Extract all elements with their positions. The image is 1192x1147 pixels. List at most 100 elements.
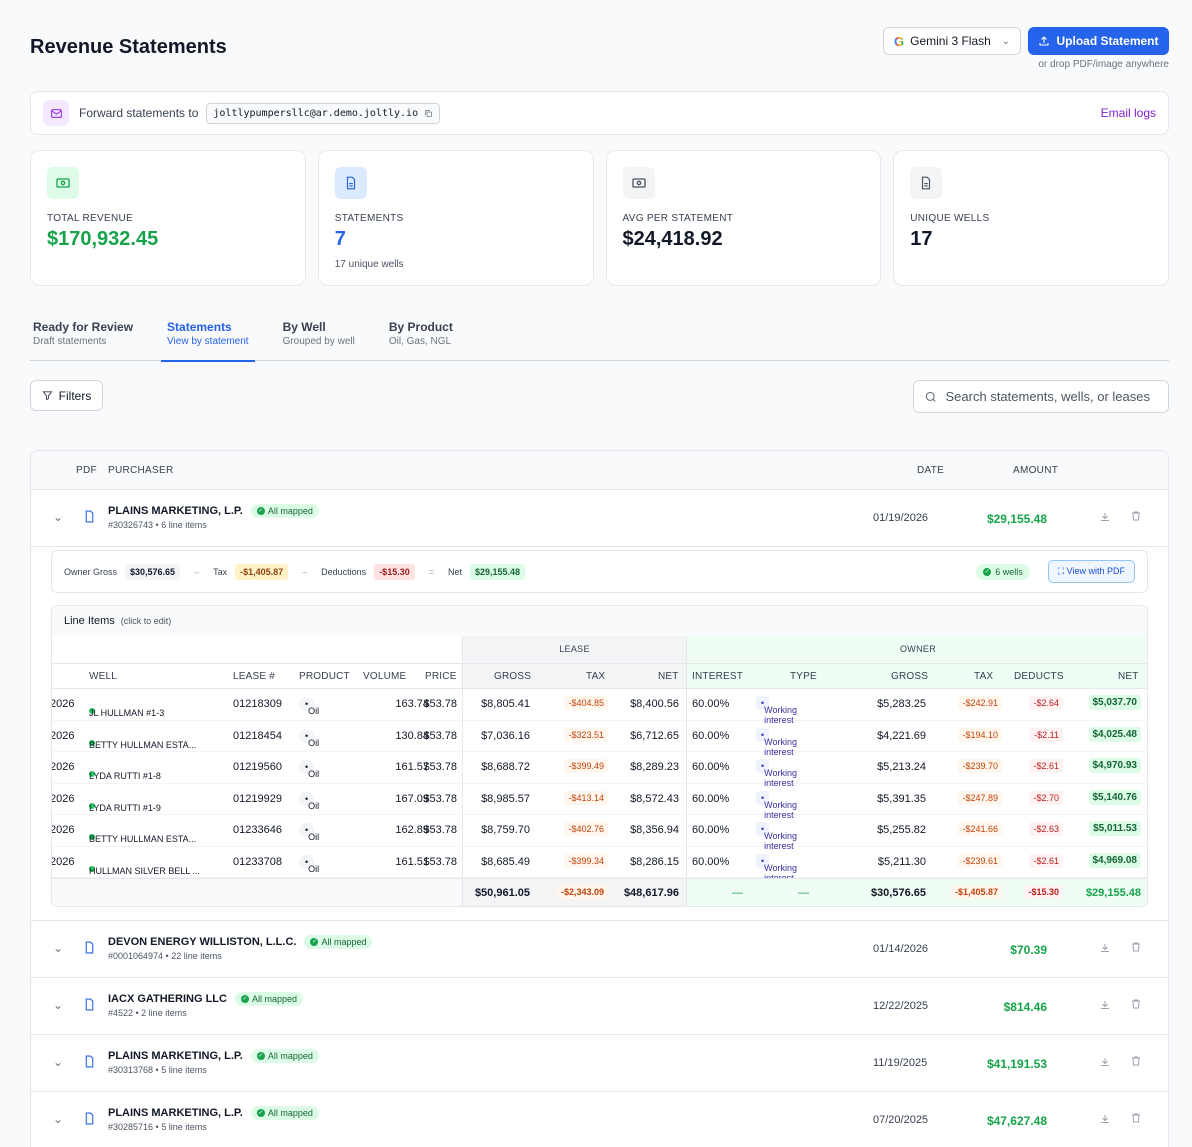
drop-hint: or drop PDF/image anywhere (1038, 59, 1169, 70)
pdf-icon[interactable] (83, 1054, 96, 1069)
trash-icon[interactable] (1130, 1055, 1142, 1067)
interest-type-badge: • Working interest (756, 822, 797, 851)
owner-tax: -$242.91 (958, 696, 1002, 710)
group-owner: OWNER (686, 636, 1147, 663)
pdf-icon[interactable] (83, 1111, 96, 1126)
line-item-row[interactable]: 2026 JL HULLMAN #1-3 01218309 • Oil 163.74 $5… (52, 689, 1147, 725)
chevron-down-icon[interactable]: ⌄ (53, 1112, 63, 1126)
view-with-pdf-button[interactable]: ⛶ View with PDF (1047, 560, 1135, 583)
price: $53.78 (423, 761, 457, 773)
owner-net: $5,140.76 (1088, 789, 1141, 805)
search-input[interactable] (945, 389, 1158, 404)
upload-statement-button[interactable]: Upload Statement (1028, 27, 1169, 55)
group-lease: LEASE (462, 636, 686, 663)
trash-icon[interactable] (1130, 941, 1142, 953)
table-header: PDF PURCHASER DATE AMOUNT (31, 451, 1168, 490)
chevron-down-icon[interactable]: ⌄ (53, 1055, 63, 1069)
tab-by-product[interactable]: By Product Oil, Gas, NGL (386, 316, 456, 361)
deductions-label: Deductions (321, 566, 367, 577)
upload-icon (1039, 36, 1050, 46)
statement-date: 12/22/2025 (873, 1000, 929, 1012)
stat-label: UNIQUE WELLS (910, 213, 990, 224)
line-item-row[interactable]: 2026 BETTY HULLMAN ESTA... 01233646 • Oil 16… (52, 815, 1147, 851)
statement-date: 01/14/2026 (873, 943, 929, 955)
copy-icon[interactable] (424, 109, 433, 118)
chevron-down-icon[interactable]: ⌄ (53, 510, 63, 524)
statement-row[interactable]: ⌄ IACX GATHERING LLC ✓ All mapped #4522 • 2 … (31, 978, 1168, 1035)
stat-value: $170,932.45 (47, 228, 159, 250)
download-icon[interactable] (1099, 1113, 1111, 1125)
email-logs-link[interactable]: Email logs (1101, 106, 1156, 120)
total-deducts: -$15.30 (1024, 885, 1063, 899)
lease-tax: -$404.85 (564, 696, 608, 710)
tab-label: By Product (388, 320, 453, 334)
owner-tax: -$241.66 (958, 822, 1002, 836)
forward-bar: Forward statements to joltlypumpersllc@a… (30, 91, 1169, 135)
well-name: BETTY HULLMAN ESTA... (89, 834, 197, 844)
trash-icon[interactable] (1130, 1112, 1142, 1124)
line-items-header: Line Items (click to edit) (52, 606, 1147, 636)
lease-net: $8,572.43 (630, 792, 679, 805)
statement-date: 01/19/2026 (873, 512, 929, 524)
statement-amount: $814.46 (1003, 1000, 1047, 1014)
chevron-down-icon[interactable]: ⌄ (53, 941, 63, 955)
stats-row: TOTAL REVENUE $170,932.45 STATEMENTS 7 1… (30, 150, 1169, 286)
pdf-icon[interactable] (83, 997, 96, 1012)
net-label: Net (447, 566, 462, 577)
statement-row[interactable]: ⌄ PLAINS MARKETING, L.P. ✓ All mapped #303… (31, 490, 1168, 547)
pdf-icon[interactable] (83, 940, 96, 955)
download-icon[interactable] (1099, 999, 1111, 1011)
well-name: BETTY HULLMAN ESTA... (89, 739, 197, 750)
line-item-row[interactable]: 2026 HULLMAN SILVER BELL ... 01233708 • Oil… (51, 846, 1147, 883)
lease-gross: $8,805.41 (481, 698, 530, 710)
statement-row[interactable]: ⌄ PLAINS MARKETING, L.P. ✓ All mapped #30313… (31, 1035, 1168, 1092)
purchaser: DEVON ENERGY WILLISTON, L.L.C. ✓ All mappe… (108, 935, 373, 949)
line-date: 2026 (51, 761, 75, 773)
purchaser-name: PLAINS MARKETING, L.P. (108, 1107, 243, 1119)
chevron-down-icon[interactable]: ⌄ (53, 998, 63, 1012)
lease-net: $8,286.15 (630, 855, 679, 868)
product-badge: • Oil (299, 728, 319, 748)
pdf-icon[interactable] (83, 509, 96, 524)
interest: 60.00% (692, 855, 730, 868)
forward-email[interactable]: joltlypumpersllc@ar.demo.joltly.io (206, 102, 441, 124)
tab-bar: Ready for Review Draft statements Statem… (30, 316, 1169, 362)
other-statements: ⌄ DEVON ENERGY WILLISTON, L.L.C. ✓ All mapp… (31, 921, 1168, 1147)
download-icon[interactable] (1099, 511, 1111, 523)
purchaser-name: PLAINS MARKETING, L.P. (108, 505, 243, 517)
price: $53.78 (423, 729, 457, 742)
line-item-row[interactable]: 2026 LYDA RUTTI #1-8 01219560 • Oil 161.57 $5… (51, 752, 1147, 788)
filters-button[interactable]: Filters (30, 380, 103, 411)
line-item-row[interactable]: 2026 BETTY HULLMAN ESTA... 01218454 • Oil 13… (52, 720, 1147, 757)
owner-gross: $5,391.35 (877, 792, 926, 805)
model-select[interactable]: G Gemini 3 Flash ⌄ (883, 27, 1021, 55)
mail-icon (43, 100, 69, 126)
purchaser-name: DEVON ENERGY WILLISTON, L.L.C. (108, 936, 297, 948)
statement-row[interactable]: ⌄ DEVON ENERGY WILLISTON, L.L.C. ✓ All mapp… (31, 921, 1168, 978)
tab-by-well[interactable]: By Well Grouped by well (280, 316, 358, 361)
lease-gross: $8,688.72 (481, 761, 530, 773)
trash-icon[interactable] (1130, 998, 1142, 1010)
owner-net: $4,970.93 (1088, 758, 1141, 773)
line-date: 2026 (51, 855, 75, 868)
product-label: Oil (308, 706, 320, 716)
trash-icon[interactable] (1130, 510, 1142, 522)
download-icon[interactable] (1099, 1056, 1111, 1068)
line-item-row[interactable]: 2026 LYDA RUTTI #1-9 01219929 • Oil 167.09 $5… (52, 783, 1147, 820)
owner-net: $4,969.08 (1088, 852, 1141, 868)
stat-label: AVG PER STATEMENT (622, 213, 734, 224)
tax-value: -$1,405.87 (235, 563, 289, 580)
owner-gross: $5,213.24 (877, 761, 926, 773)
col-owner-gross: GROSS (891, 671, 929, 682)
statement-row[interactable]: ⌄ PLAINS MARKETING, L.P. ✓ All mapped #30285… (31, 1092, 1168, 1147)
total-owner-gross: $30,576.65 (870, 887, 926, 899)
chevron-down-icon: ⌄ (1001, 35, 1010, 47)
filter-icon (42, 391, 53, 401)
mapped-badge: ✓ All mapped (250, 1049, 319, 1063)
tab-ready-for-review[interactable]: Ready for Review Draft statements (30, 316, 136, 361)
tab-statements[interactable]: Statements View by statement (161, 316, 255, 362)
statement-meta: #4522 • 2 line items (108, 1008, 187, 1018)
lease-number: 01218309 (233, 698, 282, 710)
download-icon[interactable] (1099, 942, 1111, 954)
product-label: Oil (308, 800, 320, 811)
